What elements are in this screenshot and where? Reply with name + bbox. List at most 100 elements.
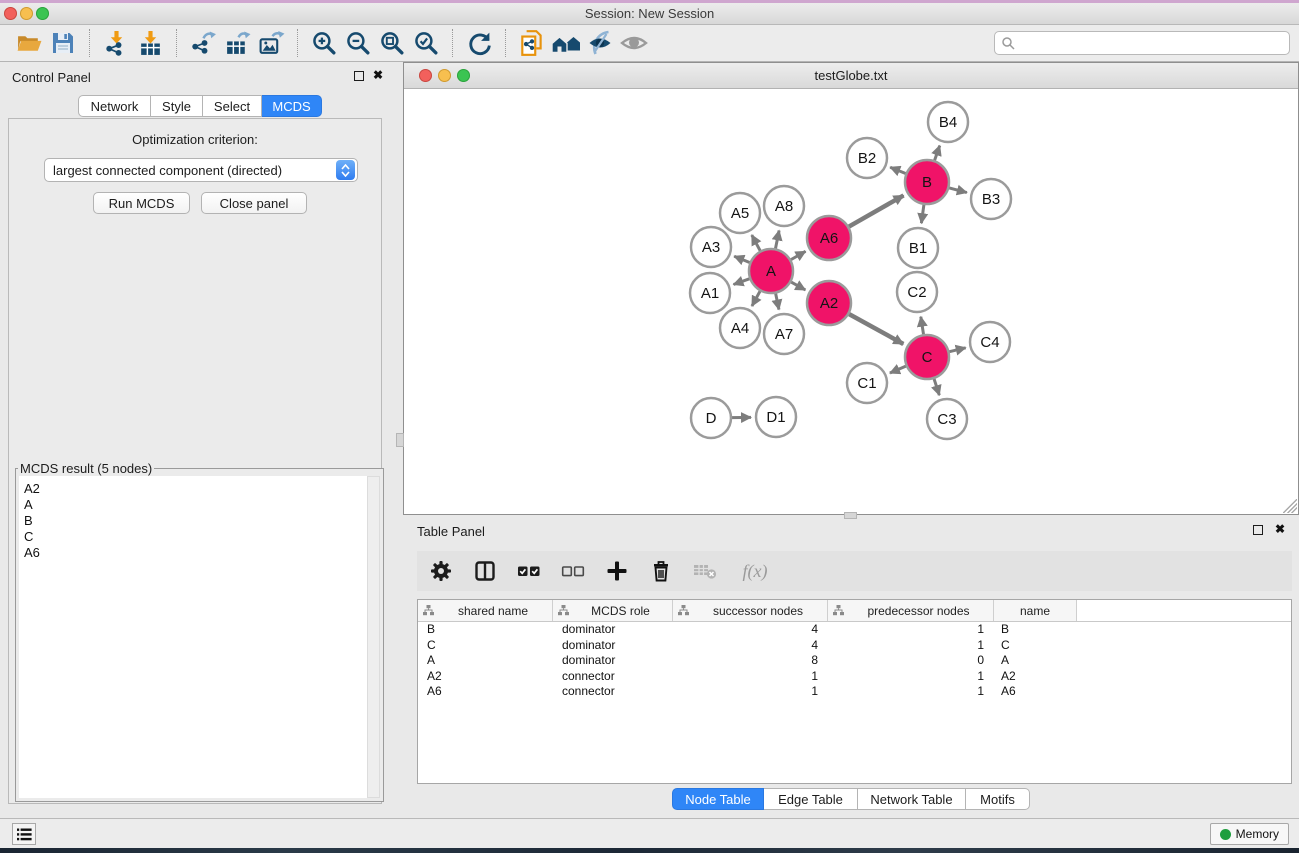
table-cell[interactable]: 4 [673,622,828,638]
table-cell[interactable]: 0 [828,653,994,669]
save-session-icon[interactable] [46,28,80,58]
tab-node-table[interactable]: Node Table [672,788,764,810]
graph-edge-C-C2[interactable] [921,317,924,335]
table-cell[interactable]: A2 [994,669,1077,685]
close-table-panel-icon[interactable]: ✖ [1275,522,1285,536]
graph-edge-B-B2[interactable] [890,167,905,173]
tab-motifs[interactable]: Motifs [966,788,1030,810]
table-cell[interactable]: dominator [553,653,673,669]
graph-node-A7[interactable]: A7 [764,314,804,354]
column-header-predecessor-nodes[interactable]: predecessor nodes [828,600,994,621]
graph-node-A5[interactable]: A5 [720,193,760,233]
graph-edge-A-A7[interactable] [776,294,779,310]
graph-edge-B-B1[interactable] [921,205,924,223]
table-cell[interactable]: 1 [828,638,994,654]
graph-edge-A6-B[interactable] [849,195,904,226]
table-cell[interactable]: A [418,653,553,669]
panel-divider-handle[interactable] [396,433,404,447]
graph-edge-C-C4[interactable] [949,348,965,352]
window-resize-grip[interactable] [1283,499,1297,513]
table-cell[interactable]: A2 [418,669,553,685]
delete-column-icon[interactable] [649,559,673,583]
graph-node-B3[interactable]: B3 [971,179,1011,219]
graph-node-A3[interactable]: A3 [691,227,731,267]
search-field[interactable] [1016,34,1289,52]
column-header-successor-nodes[interactable]: successor nodes [673,600,828,621]
graph-edge-A2-C[interactable] [849,314,903,344]
graph-edge-A-A3[interactable] [734,256,749,262]
tab-network[interactable]: Network [78,95,151,117]
tab-style[interactable]: Style [151,95,203,117]
graph-node-B[interactable]: B [905,160,949,204]
graph-node-A6[interactable]: A6 [807,216,851,260]
close-panel-icon[interactable]: ✖ [373,68,383,82]
graph-node-C1[interactable]: C1 [847,363,887,403]
import-network-icon[interactable] [99,28,133,58]
graph-node-A2[interactable]: A2 [807,281,851,325]
graph-edge-A-A2[interactable] [791,282,805,290]
mcds-result-item[interactable]: B [19,513,367,529]
graph-node-B1[interactable]: B1 [898,228,938,268]
graph-edge-A-A5[interactable] [752,235,760,251]
table-cell[interactable]: A6 [418,684,553,700]
table-row[interactable]: A6connector11A6 [418,684,1291,700]
graph-node-A[interactable]: A [749,249,793,293]
settings-gear-icon[interactable] [429,559,453,583]
criterion-dropdown[interactable]: largest connected component (directed) [44,158,358,182]
table-cell[interactable]: 1 [673,669,828,685]
refresh-icon[interactable] [462,28,496,58]
zoom-selected-icon[interactable] [409,28,443,58]
deselect-all-icon[interactable] [561,559,585,583]
hide-details-icon[interactable] [583,28,617,58]
add-column-icon[interactable] [605,559,629,583]
graph-edge-A-A1[interactable] [734,279,750,285]
run-mcds-button[interactable]: Run MCDS [93,192,190,214]
graph-node-B4[interactable]: B4 [928,102,968,142]
graph-edge-B-B3[interactable] [949,188,967,193]
open-session-icon[interactable] [12,28,46,58]
export-table-icon[interactable] [220,28,254,58]
search-input[interactable] [994,31,1290,55]
table-cell[interactable]: A [994,653,1077,669]
table-cell[interactable]: dominator [553,622,673,638]
graph-node-C2[interactable]: C2 [897,272,937,312]
graph-edge-A-A8[interactable] [776,231,780,249]
graph-edge-B-B4[interactable] [935,146,940,161]
table-cell[interactable]: connector [553,684,673,700]
graph-edge-C-C1[interactable] [890,366,906,373]
float-table-panel-icon[interactable] [1253,525,1263,535]
graph-node-D[interactable]: D [691,398,731,438]
column-header-shared-name[interactable]: shared name [418,600,553,621]
graph-node-B2[interactable]: B2 [847,138,887,178]
table-cell[interactable]: C [418,638,553,654]
table-cell[interactable]: connector [553,669,673,685]
table-cell[interactable]: C [994,638,1077,654]
graph-edge-A-A6[interactable] [791,251,806,259]
tab-mcds[interactable]: MCDS [262,95,322,117]
table-cell[interactable]: 8 [673,653,828,669]
graph-node-C4[interactable]: C4 [970,322,1010,362]
split-columns-icon[interactable] [473,559,497,583]
mcds-result-item[interactable]: A2 [19,481,367,497]
graph-node-A1[interactable]: A1 [690,273,730,313]
table-cell[interactable]: 1 [828,622,994,638]
result-list-scrollbar[interactable] [367,476,380,798]
graph-node-A4[interactable]: A4 [720,308,760,348]
column-header-MCDS-role[interactable]: MCDS role [553,600,673,621]
graph-edge-C-C3[interactable] [934,379,939,395]
tab-edge-table[interactable]: Edge Table [764,788,858,810]
import-table-icon[interactable] [133,28,167,58]
close-panel-button[interactable]: Close panel [201,192,307,214]
tab-network-table[interactable]: Network Table [858,788,966,810]
table-cell[interactable]: dominator [553,638,673,654]
table-row[interactable]: Adominator80A [418,653,1291,669]
mcds-result-item[interactable]: C [19,529,367,545]
mcds-result-item[interactable]: A [19,497,367,513]
network-canvas[interactable]: B4B2BB3A8A5A6A3B1AC2A1A2A4A7C4CC1DD1C3 [404,89,1298,514]
column-header-name[interactable]: name [994,600,1077,621]
zoom-out-icon[interactable] [341,28,375,58]
graph-node-A8[interactable]: A8 [764,186,804,226]
select-all-icon[interactable] [517,559,541,583]
table-cell[interactable]: 1 [828,669,994,685]
table-cell[interactable]: B [994,622,1077,638]
